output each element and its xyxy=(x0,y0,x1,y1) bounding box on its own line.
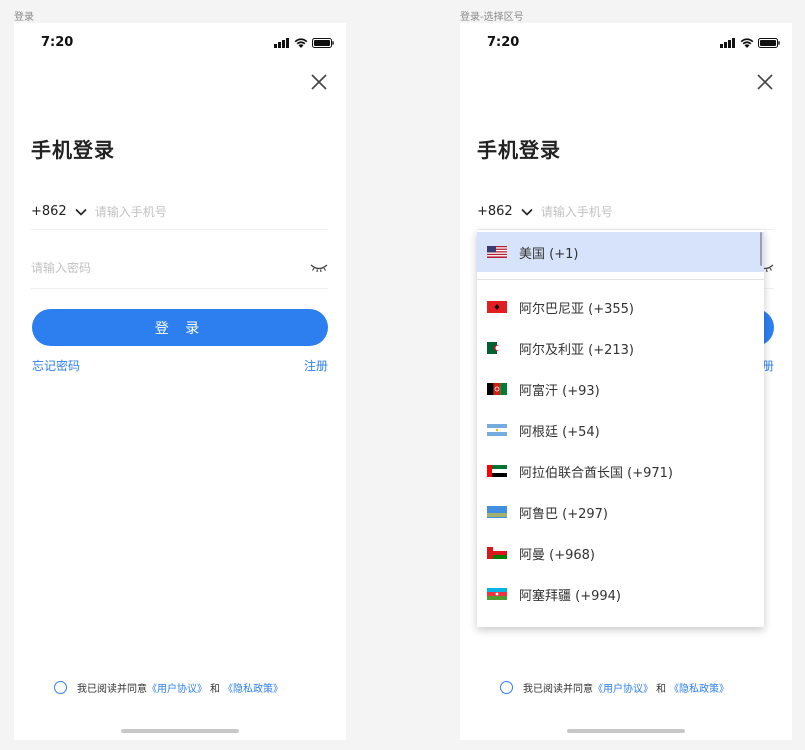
agreement-prefix: 我已阅读并同意 xyxy=(523,684,593,695)
status-icons xyxy=(274,38,334,48)
status-icons xyxy=(720,38,780,48)
forgot-password-link[interactable]: 忘记密码 xyxy=(32,357,80,374)
password-row xyxy=(31,247,328,289)
agreement-and: 和 xyxy=(210,684,220,695)
user-agreement-link[interactable]: 《用户协议》 xyxy=(147,680,207,695)
phone-number-row: +862 xyxy=(31,194,328,230)
register-link[interactable]: 注册 xyxy=(304,357,328,374)
country-code[interactable]: +862 xyxy=(477,204,513,219)
signal-icon xyxy=(274,38,289,48)
agreement-and: 和 xyxy=(656,684,666,695)
phone-input[interactable] xyxy=(94,204,285,219)
agreement-row: 我已阅读并同意 《用户协议》 和 《隐私政策》 xyxy=(54,680,283,695)
password-input[interactable] xyxy=(31,260,251,275)
country-option[interactable]: 阿根廷 (+54) xyxy=(477,410,764,450)
country-option[interactable]: 阿塞拜疆 (+994) xyxy=(477,574,764,614)
user-agreement-link[interactable]: 《用户协议》 xyxy=(593,680,653,695)
uae-flag-icon xyxy=(487,465,507,477)
wifi-icon xyxy=(294,38,308,48)
country-option[interactable]: 阿尔巴尼亚 (+355) xyxy=(477,287,764,327)
azerbaijan-flag-icon xyxy=(487,588,507,600)
frame-label-select-code: 登录-选择区号 xyxy=(460,12,524,23)
privacy-policy-link[interactable]: 《隐私政策》 xyxy=(669,680,729,695)
status-time: 7:20 xyxy=(487,35,520,50)
home-indicator xyxy=(567,729,685,733)
close-icon[interactable] xyxy=(754,71,776,93)
select-code-screen: 7:20 手机登录 +862 登 录 忘记密码 注册 美国 (+1) xyxy=(460,23,792,740)
page-title: 手机登录 xyxy=(477,138,561,162)
dropdown-divider xyxy=(477,279,764,280)
country-option-label: 阿曼 (+968) xyxy=(519,547,595,563)
privacy-policy-link[interactable]: 《隐私政策》 xyxy=(223,680,283,695)
frame-label-login: 登录 xyxy=(14,12,34,23)
battery-icon xyxy=(312,38,334,48)
country-option[interactable]: 阿曼 (+968) xyxy=(477,533,764,573)
us-flag-icon xyxy=(487,246,507,258)
phone-number-row: +862 xyxy=(477,194,774,230)
country-option-label: 阿尔及利亚 (+213) xyxy=(519,342,634,358)
home-indicator xyxy=(121,729,239,733)
dropdown-scrollbar[interactable] xyxy=(760,232,762,266)
country-code[interactable]: +862 xyxy=(31,204,67,219)
status-time: 7:20 xyxy=(41,35,74,50)
algeria-flag-icon xyxy=(487,342,507,354)
country-option-label: 阿拉伯联合酋长国 (+971) xyxy=(519,465,673,481)
login-screen: 7:20 手机登录 +862 登 录 忘记密码 注册 我已阅读并同意 《用户协议… xyxy=(14,23,346,740)
phone-input[interactable] xyxy=(540,204,731,219)
argentina-flag-icon xyxy=(487,424,507,436)
country-option[interactable]: 阿富汗 (+93) xyxy=(477,369,764,409)
page-title: 手机登录 xyxy=(31,138,115,162)
country-option-label: 阿塞拜疆 (+994) xyxy=(519,588,621,604)
country-option[interactable]: 阿尔及利亚 (+213) xyxy=(477,328,764,368)
country-code-dropdown[interactable]: 美国 (+1) 阿尔巴尼亚 (+355) 阿尔及利亚 (+213) 阿富汗 (+… xyxy=(477,230,764,627)
country-option-label: 阿鲁巴 (+297) xyxy=(519,506,608,522)
oman-flag-icon xyxy=(487,547,507,559)
agreement-row: 我已阅读并同意 《用户协议》 和 《隐私政策》 xyxy=(500,680,729,695)
chevron-down-icon[interactable] xyxy=(74,205,88,219)
wifi-icon xyxy=(740,38,754,48)
eye-closed-icon[interactable] xyxy=(310,263,328,273)
radio-icon[interactable] xyxy=(500,681,513,694)
close-icon[interactable] xyxy=(308,71,330,93)
country-option-label: 阿富汗 (+93) xyxy=(519,383,600,399)
country-option-label: 美国 (+1) xyxy=(519,246,579,262)
country-option[interactable]: 阿拉伯联合酋长国 (+971) xyxy=(477,451,764,491)
country-option-label: 阿尔巴尼亚 (+355) xyxy=(519,301,634,317)
albania-flag-icon xyxy=(487,301,507,313)
country-option-selected[interactable]: 美国 (+1) xyxy=(477,232,764,272)
chevron-down-icon[interactable] xyxy=(520,205,534,219)
agreement-prefix: 我已阅读并同意 xyxy=(77,684,147,695)
login-button[interactable]: 登 录 xyxy=(32,309,328,346)
afghanistan-flag-icon xyxy=(487,383,507,395)
battery-icon xyxy=(758,38,780,48)
radio-icon[interactable] xyxy=(54,681,67,694)
country-option[interactable]: 阿鲁巴 (+297) xyxy=(477,492,764,532)
signal-icon xyxy=(720,38,735,48)
country-option-label: 阿根廷 (+54) xyxy=(519,424,600,440)
aruba-flag-icon xyxy=(487,506,507,518)
